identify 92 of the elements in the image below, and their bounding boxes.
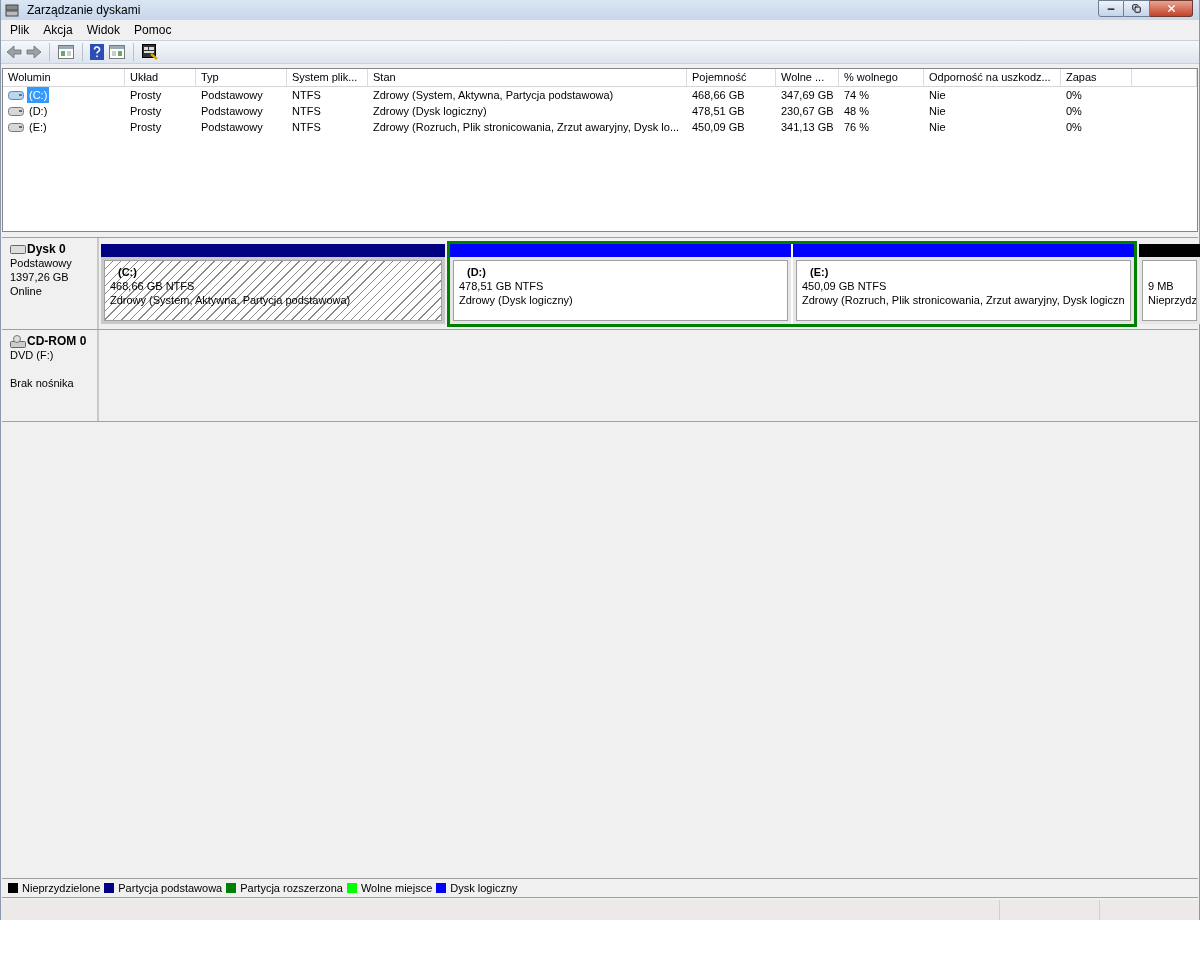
- table-cell-text: Zdrowy (System, Aktywna, Partycja podstawowa): [373, 87, 614, 103]
- partition-size: 9 MB: [1148, 279, 1174, 293]
- disk-info: 1397,26 GB: [10, 270, 69, 284]
- drive-icon: [8, 90, 24, 100]
- table-cell-text: Nie: [929, 103, 946, 119]
- partition-status: Nieprzydz: [1148, 293, 1196, 307]
- column-header[interactable]: % wolnego: [839, 69, 924, 86]
- table-cell-text: NTFS: [292, 87, 321, 103]
- column-header[interactable]: Pojemność: [687, 69, 776, 86]
- menu-item[interactable]: Pomoc: [127, 21, 179, 39]
- table-cell-text: Prosty: [130, 119, 162, 135]
- column-header[interactable]: Wolne ...: [776, 69, 839, 86]
- column-header[interactable]: Wolumin: [3, 69, 125, 86]
- volume-row[interactable]: (C:) Prosty Podstawowy NTFS Zdrowy (System, Aktywna, Partycja podstawowa) 468,66 GB 347,69 GB 74 % Nie 0%: [3, 87, 1197, 103]
- disk-name: CD-ROM 0: [27, 334, 87, 348]
- legend-label: Nieprzydzielone: [22, 880, 101, 896]
- table-cell-text: NTFS: [292, 103, 321, 119]
- drive-icon: [8, 122, 24, 132]
- partition-status: Zdrowy (Dysk logiczny): [459, 293, 573, 307]
- properties-button[interactable]: [140, 43, 160, 61]
- partition-status: Zdrowy (System, Aktywna, Partycja podstawowa): [110, 293, 351, 307]
- close-button[interactable]: [1150, 0, 1193, 17]
- disk-info: Podstawowy: [10, 256, 72, 270]
- menu-item[interactable]: Widok: [79, 21, 128, 39]
- help-button[interactable]: [89, 43, 105, 61]
- table-cell-text: 0%: [1066, 87, 1082, 103]
- table-cell-text: 0%: [1066, 119, 1082, 135]
- legend-label: Partycja rozszerzona: [240, 880, 343, 896]
- legend-label: Partycja podstawowa: [118, 880, 223, 896]
- partition-block[interactable]: (C:) 468,66 GB NTFS Zdrowy (System, Aktywna, Partycja podstawowa): [104, 260, 442, 321]
- partition-block[interactable]: 9 MB Nieprzydz: [1142, 260, 1197, 321]
- table-cell-text: 76 %: [844, 119, 870, 135]
- legend-label: Wolne miejsce: [360, 880, 433, 896]
- window-title: Zarządzanie dyskami: [27, 2, 141, 19]
- table-cell-text: 347,69 GB: [781, 87, 834, 103]
- partition-size: 468,66 GB NTFS: [110, 279, 195, 293]
- partition-size: 478,51 GB NTFS: [459, 279, 544, 293]
- table-cell-text: (E:): [28, 119, 48, 135]
- disk-management-icon: [5, 3, 19, 17]
- drive-icon: [8, 106, 24, 116]
- disk-info: Online: [10, 284, 42, 298]
- table-cell-text: NTFS: [292, 119, 321, 135]
- table-cell-text: Zdrowy (Rozruch, Plik stronicowania, Zrzut awaryjny, Dysk lo...: [373, 119, 680, 135]
- restore-button[interactable]: [1124, 0, 1150, 17]
- table-cell-text: 230,67 GB: [781, 103, 834, 119]
- restore-icon: [1132, 4, 1141, 13]
- table-cell-text: 478,51 GB: [692, 103, 745, 119]
- table-cell-text: 0%: [1066, 103, 1082, 119]
- table-cell-text: Podstawowy: [201, 87, 263, 103]
- table-cell-text: Nie: [929, 119, 946, 135]
- table-cell-text: 341,13 GB: [781, 119, 834, 135]
- disk-name: Dysk 0: [27, 242, 66, 256]
- table-cell-text: Prosty: [130, 103, 162, 119]
- partition-name: (E:): [810, 265, 829, 279]
- table-cell-text: (D:): [28, 103, 49, 119]
- column-header[interactable]: Odporność na uszkodz...: [924, 69, 1061, 86]
- close-icon: [1165, 3, 1177, 14]
- column-header[interactable]: System plik...: [287, 69, 368, 86]
- menu-item[interactable]: Plik: [3, 21, 37, 39]
- table-cell-text: 450,09 GB: [692, 119, 745, 135]
- partition-name: (C:): [118, 265, 137, 279]
- column-header[interactable]: Zapas: [1061, 69, 1132, 86]
- partition-name: (D:): [467, 265, 486, 279]
- partition-block[interactable]: (E:) 450,09 GB NTFS Zdrowy (Rozruch, Plik stronicowania, Zrzut awaryjny, Dysk logiczn: [796, 260, 1131, 321]
- table-cell-text: 48 %: [844, 103, 870, 119]
- menu-item[interactable]: Akcja: [36, 21, 80, 39]
- disk-info: DVD (F:): [10, 348, 54, 362]
- table-cell-text: Podstawowy: [201, 103, 263, 119]
- console-tree-button[interactable]: [56, 43, 76, 61]
- volume-row[interactable]: (E:) Prosty Podstawowy NTFS Zdrowy (Rozruch, Plik stronicowania, Zrzut awaryjny, Dysk lo... 450,09 GB 341,13 GB 76 % Nie 0%: [3, 119, 1197, 135]
- partition-size: 450,09 GB NTFS: [802, 279, 887, 293]
- partition-status: Zdrowy (Rozruch, Plik stronicowania, Zrzut awaryjny, Dysk logiczn: [802, 293, 1125, 307]
- disk-media-status: Brak nośnika: [10, 376, 74, 390]
- partition-block[interactable]: (D:) 478,51 GB NTFS Zdrowy (Dysk logiczny): [453, 260, 788, 321]
- legend-label: Dysk logiczny: [450, 880, 518, 896]
- action-pane-button[interactable]: [107, 43, 127, 61]
- column-header[interactable]: Typ: [196, 69, 287, 86]
- column-header[interactable]: Stan: [368, 69, 687, 86]
- back-button[interactable]: [5, 43, 23, 61]
- table-cell-text: Zdrowy (Dysk logiczny): [373, 103, 487, 119]
- table-cell-text: Podstawowy: [201, 119, 263, 135]
- volume-row[interactable]: (D:) Prosty Podstawowy NTFS Zdrowy (Dysk logiczny) 478,51 GB 230,67 GB 48 % Nie 0%: [3, 103, 1197, 119]
- table-cell-text: 468,66 GB: [692, 87, 745, 103]
- partition-color-bar: [1139, 244, 1200, 257]
- extended-partition[interactable]: (D:) 478,51 GB NTFS Zdrowy (Dysk logiczny) (E:) 450,09 GB NTFS Zdrowy (Rozruch, Plik stronicowania, Zrzut awaryjny, Dysk logiczn: [447, 241, 1137, 327]
- table-cell-text: Nie: [929, 87, 946, 103]
- table-cell-text: Prosty: [130, 87, 162, 103]
- minimize-button[interactable]: [1098, 0, 1124, 17]
- forward-button[interactable]: [25, 43, 43, 61]
- column-header[interactable]: Układ: [125, 69, 196, 86]
- table-cell-text: 74 %: [844, 87, 870, 103]
- cd-drive-icon: [10, 334, 26, 348]
